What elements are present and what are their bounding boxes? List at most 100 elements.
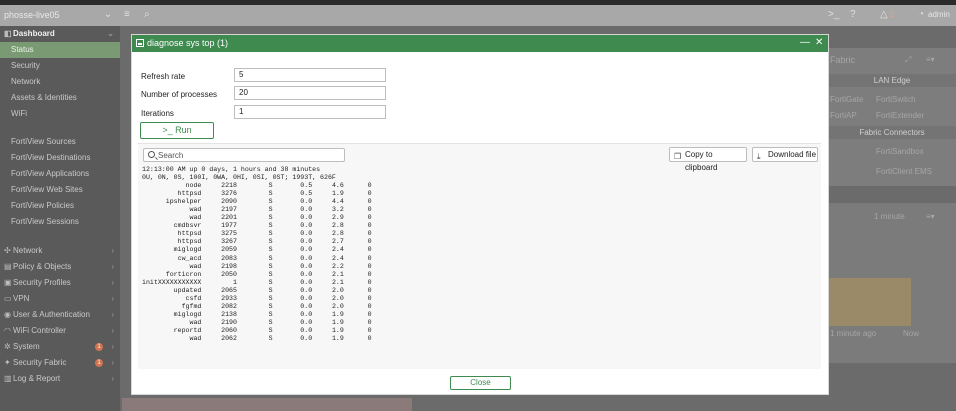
vpn-icon: ▭ [4,294,12,303]
sidebar-item-system[interactable]: ✲ System 1 › [0,339,120,355]
refresh-rate-input[interactable]: 5 [234,68,386,82]
process-row: wad 2201 S 0.0 2.9 0 [142,214,372,222]
sidebar-item-dashboard[interactable]: ◧Dashboard ⌄ [0,26,120,42]
sidebar-item-wifi-controller[interactable]: ◠ WiFi Controller › [0,323,120,339]
output-header-line: 12:13:00 AM up 0 days, 1 hours and 38 mi… [142,166,321,173]
widget-menu-icon[interactable]: ≡▾ [926,212,935,221]
diagnose-dialog: diagnose sys top (1) — ✕ Refresh rate 5 … [131,34,829,395]
sidebar-item-fortiview-websites[interactable]: FortiView Web Sites [0,182,120,198]
sidebar-item-fortiview-destinations[interactable]: FortiView Destinations [0,150,120,166]
close-icon[interactable]: ✕ [815,37,823,49]
process-cpu-no: 0 [343,270,372,278]
process-mem: 2.4 [312,246,344,254]
run-button[interactable]: >_ Run [140,122,214,139]
sidebar-item-vpn[interactable]: ▭VPN › [0,291,120,307]
process-row: node 2218 S 0.5 4.6 0 [142,182,372,189]
process-mem: 1.9 [312,190,344,198]
process-row: wad 2197 S 0.0 3.2 0 [142,206,372,214]
process-cpu-no: 0 [343,286,372,294]
process-cpu: 0.0 [272,206,313,214]
hostname[interactable]: phosse-live05 [4,10,60,20]
process-cpu: 0.0 [272,278,313,286]
expand-icon[interactable]: ⤢ [905,55,911,65]
process-cpu-no: 0 [343,206,372,214]
report-icon: ▥ [4,374,12,383]
minimize-icon[interactable]: — [800,37,810,49]
status-badge: 1 [95,359,103,367]
sidebar-item-label: FortiView Web Sites [11,185,83,194]
process-cpu-no: 0 [343,294,372,302]
sidebar-item-security-fabric[interactable]: ✦ Security Fabric 1 › [0,355,120,371]
process-mem: 2.2 [312,262,344,270]
search-icon[interactable]: ⌕ [144,10,150,20]
process-pid: 2060 [201,326,237,334]
sidebar-item-status[interactable]: Status [0,42,120,58]
process-cpu-no: 0 [343,318,372,326]
process-state: S [236,190,273,198]
widget-menu-icon[interactable]: ≡▾ [926,55,935,64]
fortiextender-label: FortiExtender [876,111,925,120]
iterations-input[interactable]: 1 [234,105,386,119]
chevron-right-icon: › [111,294,114,303]
process-cpu-no: 0 [343,278,372,286]
help-icon[interactable]: ? [850,10,856,20]
process-cpu: 0.0 [272,302,313,310]
output-panel: Search ❐ Copy to clipboard ⤓ Download file… [138,143,821,369]
bell-icon[interactable]: △ [880,10,888,20]
sidebar-item-network-dash[interactable]: Network [0,74,120,90]
process-cpu: 0.0 [272,310,313,318]
interval-select[interactable]: 1 minute [874,212,905,221]
download-icon: ⤓ [757,152,761,161]
dialog-header: diagnose sys top (1) — ✕ [132,35,828,52]
process-pid: 3276 [201,190,237,198]
close-button[interactable]: Close [450,376,511,390]
fortiap-label: FortiAP [830,111,857,120]
copy-button[interactable]: ❐ Copy to clipboard [669,147,747,172]
sidebar: ◧Dashboard ⌄ Status Security Network Ass… [0,26,120,411]
search-input[interactable]: Search [143,148,345,162]
sidebar-item-fortiview-applications[interactable]: FortiView Applications [0,166,120,182]
wifi-icon: ◠ [4,326,11,335]
process-state: S [236,238,273,246]
sidebar-item-network[interactable]: ✣ Network › [0,243,120,259]
process-name: ipshelper [142,198,202,206]
user-icon: ◉ [4,310,11,319]
process-state: S [236,206,273,214]
gear-icon: ✲ [4,342,11,351]
process-mem: 2.0 [312,294,344,302]
sidebar-item-wifi[interactable]: WiFi [0,106,120,122]
forticlient-ems-label: FortiClient EMS [876,167,933,176]
x-axis-label: Now [903,329,920,338]
sidebar-item-label: FortiView Policies [11,201,74,210]
process-name: miglogd [142,246,202,254]
num-processes-input[interactable]: 20 [234,86,386,100]
sidebar-item-label: VPN [13,294,30,303]
download-button[interactable]: ⤓ Download file [752,147,818,162]
menu-icon[interactable]: ≡ [124,10,130,20]
sidebar-item-security-profiles[interactable]: ▣Security Profiles › [0,275,120,291]
sidebar-item-security[interactable]: Security [0,58,120,74]
chevron-down-icon: ⌄ [107,29,114,38]
sidebar-item-label: Dashboard [13,29,55,38]
process-row: fgfmd 2082 S 0.0 2.0 0 [142,303,372,310]
sidebar-item-user-auth[interactable]: ◉ User & Authentication › [0,307,120,323]
process-row: httpsd 3267 S 0.0 2.7 0 [142,238,372,245]
user-name[interactable]: admin [928,10,950,19]
sidebar-item-fortiview-sources[interactable]: FortiView Sources [0,134,120,150]
chevron-down-icon[interactable]: ⌄ [104,10,112,20]
sidebar-item-fortiview-sessions[interactable]: FortiView Sessions [0,214,120,230]
sidebar-item-fortiview-policies[interactable]: FortiView Policies [0,198,120,214]
process-state: S [236,246,273,254]
process-state: S [236,310,273,318]
process-row: wad 2198 S 0.0 2.2 0 [142,262,371,270]
cli-icon[interactable]: >_ [828,10,839,20]
user-icon[interactable]: ◔ [918,10,924,20]
process-cpu-no: 0 [343,302,372,310]
process-pid: 2062 [201,334,237,342]
sidebar-item-assets[interactable]: Assets & Identities [0,90,120,106]
sidebar-item-label: Network [11,77,41,86]
sidebar-item-log-report[interactable]: ▥Log & Report › [0,371,120,387]
process-cpu: 0.0 [272,214,313,222]
process-cpu-no: 0 [343,214,372,222]
sidebar-item-policy-objects[interactable]: ▤Policy & Objects › [0,259,120,275]
